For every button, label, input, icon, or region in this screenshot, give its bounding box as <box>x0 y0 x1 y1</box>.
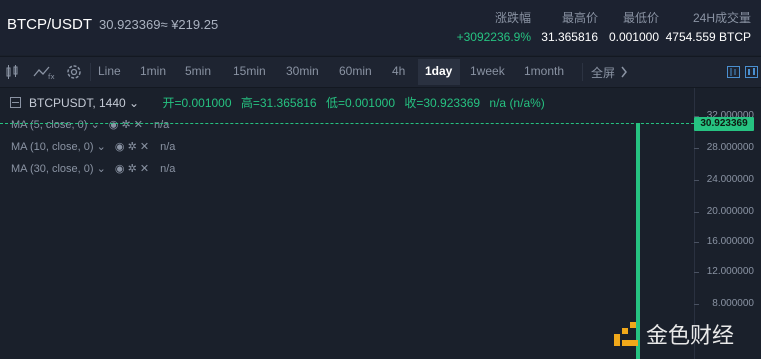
chart-toolbar: fx Line 1min 5min 15min 30min 60min 4h 1… <box>0 56 761 88</box>
svg-text:fx: fx <box>48 73 55 80</box>
ma-legend-row: MA (10, close, 0) ⌄ ◉ ✲ ✕ n/a <box>11 140 175 153</box>
ma-value: n/a <box>160 141 176 153</box>
tf-5min[interactable]: 5min <box>185 64 211 78</box>
tf-1min[interactable]: 1min <box>140 64 166 78</box>
y-tick-label: 8.000000 <box>712 298 754 309</box>
gear-icon[interactable]: ✲ <box>121 119 130 131</box>
eye-icon[interactable]: ◉ <box>115 163 125 175</box>
y-tick-mark <box>694 212 699 213</box>
tf-1week[interactable]: 1week <box>470 64 505 78</box>
chevron-down-icon[interactable]: ⌄ <box>90 119 99 131</box>
tf-4h[interactable]: 4h <box>392 64 405 78</box>
ma-value: n/a <box>160 163 176 175</box>
ma-label: MA (5, close, 0) <box>11 119 88 131</box>
y-tick-mark <box>694 242 699 243</box>
collapse-icon[interactable] <box>10 97 21 108</box>
y-tick-mark <box>694 272 699 273</box>
tf-30min[interactable]: 30min <box>286 64 319 78</box>
high-label: 最高价 <box>561 11 598 25</box>
tf-15min[interactable]: 15min <box>233 64 266 78</box>
eye-icon[interactable]: ◉ <box>115 141 125 153</box>
low-label: 最低价 <box>622 11 659 25</box>
legend-symbol-row: BTCPUSDT, 1440 ⌄ 开=0.001000 高=31.365816 … <box>10 94 545 111</box>
symbol-label: BTCPUSDT, 1440 <box>29 96 126 110</box>
chevron-down-icon[interactable]: ⌄ <box>129 96 139 110</box>
tf-60min[interactable]: 60min <box>339 64 372 78</box>
y-tick-mark <box>694 180 699 181</box>
y-tick-label: 28.000000 <box>706 142 754 153</box>
y-tick-label: 20.000000 <box>706 206 754 217</box>
change-value-legend: n/a (n/a%) <box>489 96 545 110</box>
last-price-tag: 30.923369 <box>694 117 754 131</box>
y-tick-label: 16.000000 <box>706 236 754 247</box>
tf-1month[interactable]: 1month <box>524 64 564 78</box>
tf-1day[interactable]: 1day <box>425 64 452 78</box>
ma-label: MA (10, close, 0) <box>11 141 94 153</box>
pair-title[interactable]: BTCP/USDT <box>7 16 92 33</box>
close-icon[interactable]: ✕ <box>140 163 149 175</box>
y-tick-label: 24.000000 <box>706 174 754 185</box>
indicator-icon[interactable]: fx <box>32 62 56 82</box>
tf-line[interactable]: Line <box>98 64 121 78</box>
y-tick-label: 12.000000 <box>706 266 754 277</box>
change-label: 涨跌幅 <box>494 11 531 25</box>
low-value-legend: 低=0.001000 <box>325 96 395 110</box>
watermark: 金色财经 <box>612 318 734 350</box>
chart-type-icon-1[interactable] <box>726 62 740 82</box>
high-value: 31.365816 <box>541 30 598 44</box>
ma-label: MA (30, close, 0) <box>11 163 94 175</box>
chevron-right-icon[interactable] <box>618 62 630 82</box>
settings-gear-icon[interactable] <box>64 62 84 82</box>
open-value: 开=0.001000 <box>162 96 232 110</box>
ma-legend-row: MA (5, close, 0) ⌄ ◉ ✲ ✕ n/a <box>11 118 169 131</box>
toolbar-divider <box>582 63 583 81</box>
y-tick-mark <box>694 148 699 149</box>
last-price: 30.923369≈ ¥219.25 <box>99 17 219 32</box>
fullscreen-button[interactable]: 全屏 <box>591 64 615 81</box>
last-price-line <box>0 123 694 124</box>
high-value-legend: 高=31.365816 <box>240 96 317 110</box>
chart-type-icon-2[interactable] <box>744 62 758 82</box>
watermark-text: 金色财经 <box>646 323 735 348</box>
chevron-down-icon[interactable]: ⌄ <box>97 163 106 175</box>
close-icon[interactable]: ✕ <box>134 119 143 131</box>
volume-label: 24H成交量 <box>692 11 751 25</box>
close-value-legend: 收=30.923369 <box>404 96 481 110</box>
jinse-logo-icon <box>614 322 638 346</box>
ma-value: n/a <box>154 119 170 131</box>
eye-icon[interactable]: ◉ <box>109 119 119 131</box>
ticker-header: BTCP/USDT 30.923369≈ ¥219.25 涨跌幅 +309223… <box>0 0 761 55</box>
y-tick-mark <box>694 304 699 305</box>
change-value: +3092236.9% <box>456 30 531 44</box>
low-value: 0.001000 <box>608 30 659 44</box>
volume-value: 4754.559 BTCP <box>665 30 751 44</box>
toolbar-divider <box>90 63 91 81</box>
candlestick-icon[interactable] <box>4 62 20 82</box>
gear-icon[interactable]: ✲ <box>128 141 137 153</box>
close-icon[interactable]: ✕ <box>140 141 149 153</box>
ma-legend-row: MA (30, close, 0) ⌄ ◉ ✲ ✕ n/a <box>11 162 175 175</box>
gear-icon[interactable]: ✲ <box>128 163 137 175</box>
chevron-down-icon[interactable]: ⌄ <box>97 141 106 153</box>
